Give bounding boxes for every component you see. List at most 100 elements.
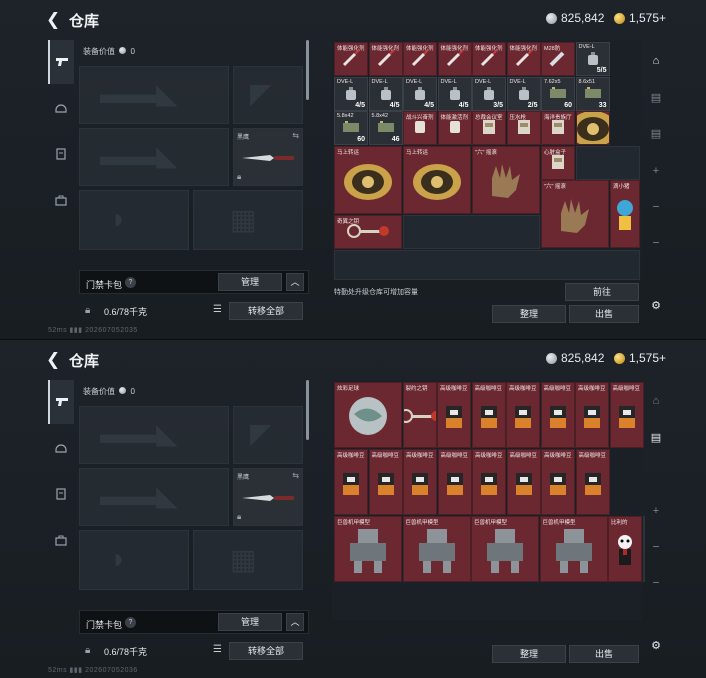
storage-item[interactable]: 体能强化剂 — [506, 42, 541, 76]
transfer-all-button[interactable]: 转移全部 — [229, 642, 303, 660]
equipment-scrollbar[interactable] — [306, 380, 309, 440]
storage-item[interactable]: 海洋贵族厅 — [541, 111, 575, 145]
tidy-button[interactable]: 整理 — [492, 645, 566, 663]
secondary-weapon-slot[interactable]: ◤ — [233, 406, 303, 464]
storage-item[interactable]: 高级咖啡豆 — [609, 382, 644, 448]
manage-button[interactable]: 管理 — [218, 613, 282, 631]
storage-item[interactable]: 高级咖啡豆 — [437, 449, 472, 515]
armor-slot[interactable]: ▦ — [193, 530, 303, 590]
storage-item[interactable]: 压水枪 — [506, 111, 541, 145]
storage-item[interactable]: 体能激活剂 — [437, 111, 472, 145]
sell-button[interactable]: 出售 — [569, 305, 639, 323]
help-icon[interactable]: ? — [125, 277, 136, 288]
storage-item[interactable]: DVE-L 4/5 — [437, 76, 472, 111]
chevron-left-icon[interactable]: ❮ — [46, 350, 60, 370]
vest-icon[interactable] — [48, 132, 74, 176]
storage-item[interactable] — [334, 249, 640, 280]
storage-item[interactable]: 高级咖啡豆 — [575, 382, 609, 448]
storage-item[interactable]: 5.8x42 60 — [334, 111, 368, 145]
gold-currency[interactable]: 1,575+ — [614, 11, 666, 25]
storage-item[interactable]: "六" 摇滚 — [472, 145, 540, 214]
swap-icon[interactable]: ⇆ — [292, 131, 299, 140]
gear-icon[interactable]: ⚙ — [645, 294, 667, 316]
chevron-left-icon[interactable]: ❮ — [46, 10, 60, 30]
primary-weapon-slot[interactable]: ▬▬◣ — [79, 406, 229, 464]
storage-item[interactable]: 巨兽机甲模型 — [402, 516, 471, 582]
helmet-slot[interactable]: ◗ — [79, 530, 189, 590]
transfer-all-button[interactable]: 转移全部 — [229, 302, 303, 320]
storage-icon[interactable]: ⌂ — [645, 390, 667, 412]
storage-item[interactable]: M28防 — [541, 42, 575, 76]
storage-item[interactable]: 体能强化剂 — [403, 42, 437, 76]
toolbox-icon[interactable] — [48, 518, 74, 562]
toolbox-icon[interactable] — [48, 178, 74, 222]
crate-icon[interactable]: ▤ — [645, 86, 667, 108]
storage-icon[interactable]: ⌂ — [645, 50, 667, 72]
storage-item[interactable]: 高级咖啡豆 — [472, 449, 506, 515]
storage-item[interactable]: 5.8x42 46 — [368, 111, 403, 145]
pistol-icon[interactable] — [48, 40, 74, 84]
pistol-icon[interactable] — [48, 380, 74, 424]
vest-icon[interactable] — [48, 472, 74, 516]
storage-item[interactable]: 高级咖啡豆 — [506, 382, 540, 448]
storage-item[interactable]: 奇異之钥 — [334, 214, 402, 249]
storage-item[interactable]: 高级咖啡豆 — [540, 382, 575, 448]
storage-item[interactable]: 体能强化剂 — [334, 42, 368, 76]
storage-item[interactable]: DVE-L 4/5 — [334, 76, 368, 111]
storage-item[interactable]: 炫彩足球 — [334, 382, 402, 448]
storage-item[interactable]: 高级咖啡豆 — [334, 449, 368, 515]
storage-item[interactable]: 滴小猪 — [610, 180, 640, 248]
tidy-button[interactable]: 整理 — [492, 305, 566, 323]
storage-item[interactable]: 马上转运 — [575, 111, 610, 145]
melee-slot[interactable]: 黑鹰 ⇆ 🔒︎ — [233, 468, 303, 526]
storage-item[interactable]: 体能强化剂 — [472, 42, 506, 76]
storage-item[interactable]: 体能强化剂 — [437, 42, 472, 76]
storage-item[interactable]: 裂约之钥 — [402, 382, 437, 448]
storage-item[interactable]: 体能强化剂 — [368, 42, 403, 76]
storage-item[interactable]: DVE-L 4/5 — [368, 76, 403, 111]
storage-item[interactable]: 战斗兴奋剂 — [403, 111, 437, 145]
helmet-icon[interactable] — [48, 86, 74, 130]
armor-slot[interactable]: ▦ — [193, 190, 303, 250]
storage-item[interactable]: 心脏盒子 — [541, 145, 575, 180]
list-icon[interactable]: ☰ — [213, 304, 222, 315]
storage-item[interactable]: 高级咖啡豆 — [575, 449, 610, 515]
storage-item[interactable]: DVE-L 2/5 — [506, 76, 541, 111]
storage-item[interactable]: 高级咖啡豆 — [368, 449, 403, 515]
melee-slot[interactable]: 黑鹰 ⇆ 🔒︎ — [233, 128, 303, 186]
manage-button[interactable]: 管理 — [218, 273, 282, 291]
storage-item[interactable]: 巨兽机甲模型 — [471, 516, 539, 582]
storage-item[interactable]: 总裁会议室 — [472, 111, 506, 145]
storage-item[interactable] — [576, 145, 640, 180]
storage-item[interactable]: 高级咖啡豆 — [403, 449, 437, 515]
storage-item[interactable]: 高级咖啡豆 — [541, 449, 575, 515]
storage-item[interactable]: 高级咖啡豆 — [437, 382, 471, 448]
go-button[interactable]: 前往 — [565, 283, 639, 301]
storage-item[interactable]: 8.6x51 33 — [575, 76, 610, 111]
helmet-slot[interactable]: ◗ — [79, 190, 189, 250]
chevron-up-icon[interactable]: ︿ — [286, 273, 304, 291]
storage-item[interactable]: 马上转运 — [334, 145, 402, 214]
storage-item[interactable]: 7.62x5 60 — [541, 76, 575, 111]
storage-item[interactable]: DVE-L 5/5 — [575, 42, 610, 76]
primary-weapon-slot[interactable]: ▬▬◣ — [79, 66, 229, 124]
storage-item[interactable]: 高级咖啡豆 — [471, 382, 506, 448]
second-primary-slot[interactable]: ▬▬◣ — [79, 468, 229, 526]
list-icon[interactable]: ☰ — [213, 644, 222, 655]
gear-icon[interactable]: ⚙ — [645, 634, 667, 656]
storage-item[interactable]: "六" 摇滚 — [541, 180, 609, 248]
equipment-scrollbar[interactable] — [306, 40, 309, 100]
storage-item[interactable]: 巨兽机甲模型 — [334, 516, 402, 582]
storage-item[interactable]: 巨兽机甲模型 — [539, 516, 608, 582]
crate-icon[interactable]: ▤ — [645, 122, 667, 144]
second-primary-slot[interactable]: ▬▬◣ — [79, 128, 229, 186]
storage-item[interactable]: DVE-L 3/5 — [472, 76, 506, 111]
crate-icon[interactable]: ▤ — [645, 426, 667, 448]
plus-icon[interactable]: + — [645, 160, 667, 182]
sell-button[interactable]: 出售 — [569, 645, 639, 663]
plus-icon[interactable]: + — [645, 500, 667, 522]
help-icon[interactable]: ? — [125, 617, 136, 628]
storage-item[interactable]: 高级咖啡豆 — [506, 449, 541, 515]
helmet-icon[interactable] — [48, 426, 74, 470]
storage-item[interactable] — [403, 214, 540, 249]
